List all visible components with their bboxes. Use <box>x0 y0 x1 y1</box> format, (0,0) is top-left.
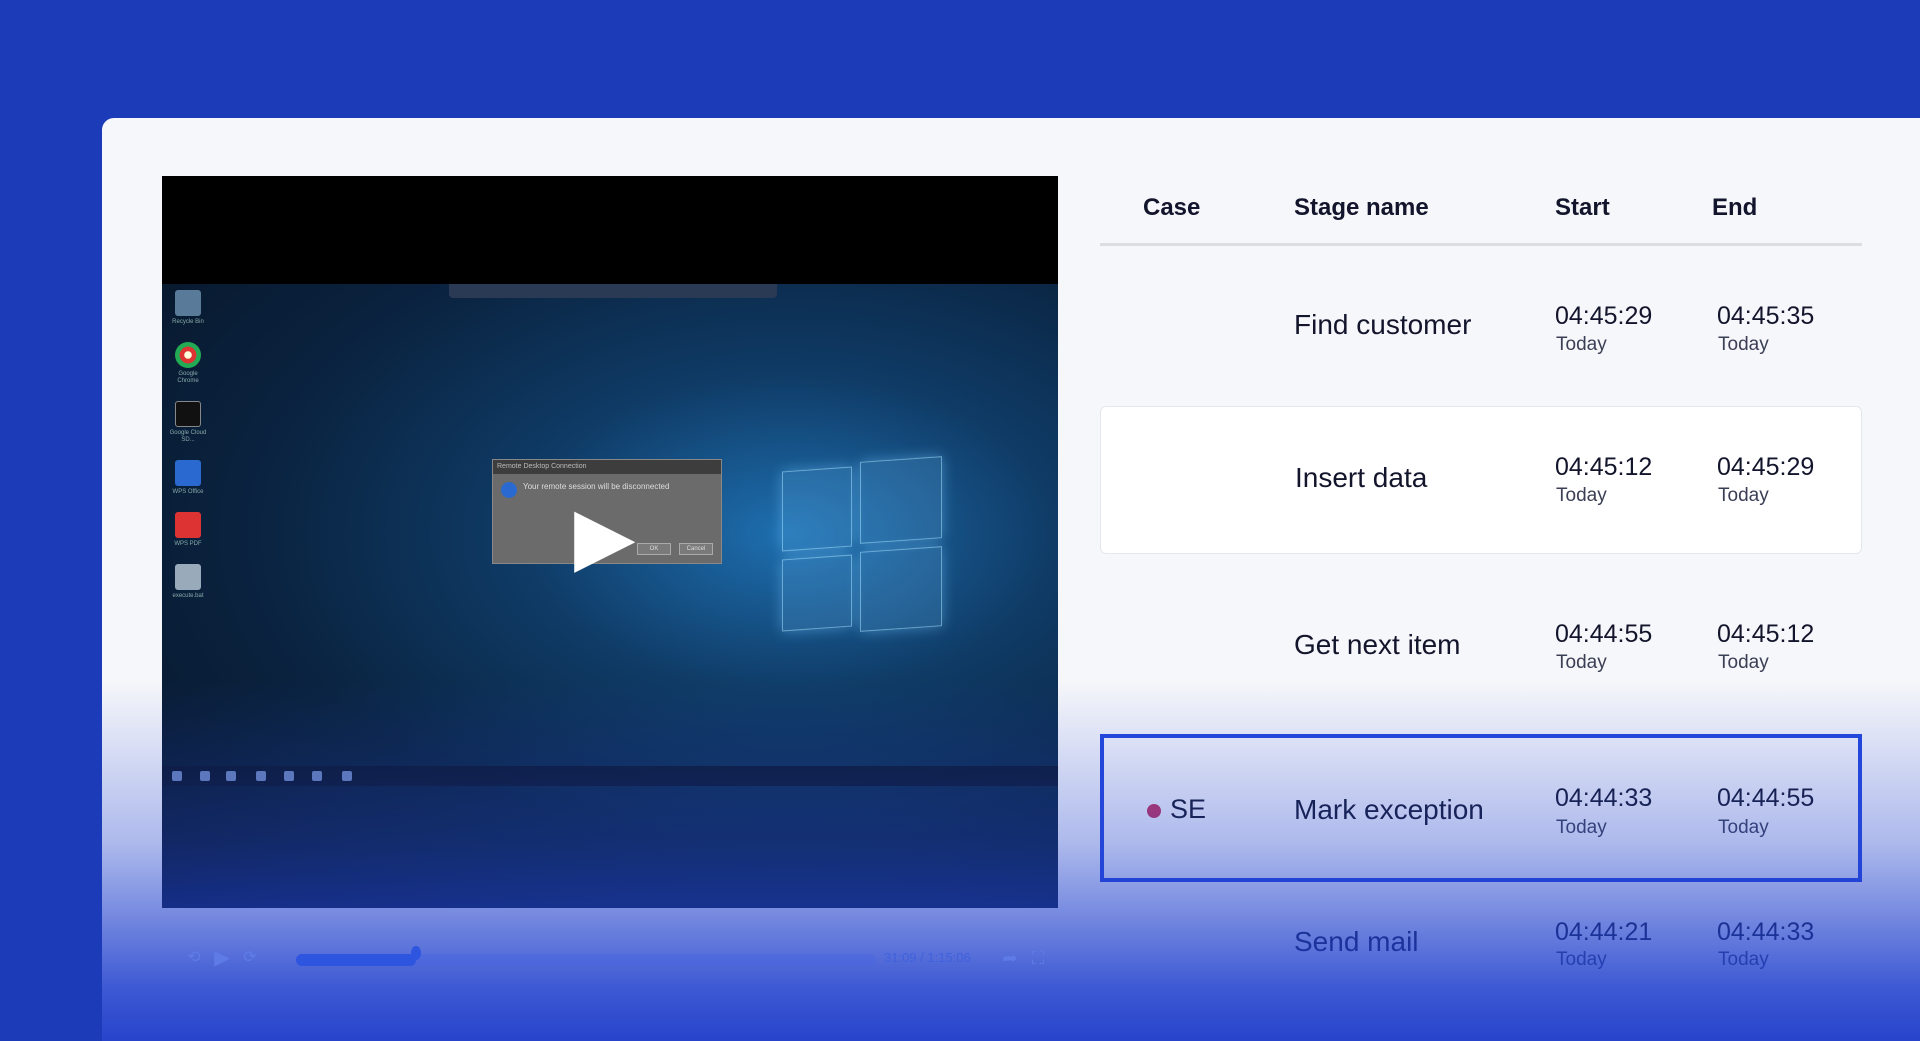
play-icon[interactable]: ▶ <box>210 946 234 970</box>
fullscreen-icon[interactable]: ⛶ <box>1026 946 1050 970</box>
end-day: Today <box>1718 949 1769 970</box>
stage-name: Mark exception <box>1294 794 1484 825</box>
start-day: Today <box>1556 485 1607 506</box>
stage-name: Get next item <box>1294 629 1461 660</box>
end-time: 04:44:55 <box>1717 784 1815 812</box>
content-card: Recycle Bin Google Chrome Google Cloud S… <box>102 118 1920 1041</box>
start-time: 04:44:33 <box>1555 784 1653 812</box>
start-time: 04:45:29 <box>1555 302 1653 330</box>
stage-name: Send mail <box>1294 926 1419 957</box>
column-header-start[interactable]: Start <box>1555 194 1610 222</box>
forward-icon[interactable]: ⟳ <box>238 946 262 970</box>
dialog-cancel-button: Cancel <box>679 543 713 555</box>
stages-table: Case Stage name Start End Find customer … <box>1100 174 1862 1002</box>
video-letterbox <box>162 176 1058 284</box>
table-row[interactable]: Send mail 04:44:21 Today 04:44:33 Today <box>1100 882 1862 1002</box>
remote-desktop-bar <box>449 284 777 298</box>
end-day: Today <box>1718 485 1769 506</box>
table-row[interactable]: Find customer 04:45:29 Today 04:45:35 To… <box>1100 246 1862 406</box>
end-time: 04:45:35 <box>1717 302 1815 330</box>
desktop-icon: Google Chrome <box>168 342 208 385</box>
table-row[interactable]: Get next item 04:44:55 Today 04:45:12 To… <box>1100 554 1862 734</box>
table-header: Case Stage name Start End <box>1100 174 1862 246</box>
table-row[interactable]: Insert data 04:45:12 Today 04:45:29 Toda… <box>1100 406 1862 554</box>
windows-logo <box>752 449 952 639</box>
desktop-icon: execute.bat <box>168 564 208 600</box>
start-time: 04:44:55 <box>1555 620 1653 648</box>
info-icon <box>501 482 517 498</box>
start-day: Today <box>1556 652 1607 673</box>
stage-name: Insert data <box>1295 462 1428 493</box>
start-day: Today <box>1556 817 1607 838</box>
progress-fill <box>296 954 417 966</box>
end-time: 04:44:33 <box>1717 918 1815 946</box>
desktop-icon: Recycle Bin <box>168 290 208 326</box>
end-day: Today <box>1718 817 1769 838</box>
dialog-message: Your remote session will be disconnected <box>523 482 670 491</box>
end-day: Today <box>1718 334 1769 355</box>
player-controls: ⟲ ▶ ⟳ 31:09 / 1:15:06 ➦ ⛶ <box>162 928 1058 988</box>
start-time: 04:44:21 <box>1555 918 1653 946</box>
start-time: 04:45:12 <box>1555 453 1653 481</box>
end-day: Today <box>1718 652 1769 673</box>
case-label: SE <box>1170 794 1207 824</box>
video-player[interactable]: Recycle Bin Google Chrome Google Cloud S… <box>162 176 1058 908</box>
start-day: Today <box>1556 334 1607 355</box>
table-row-selected[interactable]: SE Mark exception 04:44:33 Today 04:44:5… <box>1100 734 1862 882</box>
end-time: 04:45:29 <box>1717 453 1815 481</box>
desktop-icon: Google Cloud SD... <box>168 401 208 444</box>
desktop-icons: Recycle Bin Google Chrome Google Cloud S… <box>168 290 208 616</box>
rewind-icon[interactable]: ⟲ <box>182 946 206 970</box>
windows-taskbar <box>162 766 1058 786</box>
desktop-icon: WPS Office <box>168 460 208 496</box>
video-frame-desktop: Recycle Bin Google Chrome Google Cloud S… <box>162 284 1058 908</box>
play-overlay-icon[interactable]: ▶ <box>574 496 654 576</box>
time-readout: 31:09 / 1:15:06 <box>884 950 971 965</box>
progress-bar[interactable] <box>296 954 876 966</box>
stage-name: Find customer <box>1294 309 1472 340</box>
desktop-icon: WPS PDF <box>168 512 208 548</box>
exception-status-dot <box>1147 804 1161 818</box>
column-header-end[interactable]: End <box>1712 194 1757 222</box>
end-time: 04:45:12 <box>1717 620 1815 648</box>
start-day: Today <box>1556 949 1607 970</box>
column-header-case[interactable]: Case <box>1143 194 1200 222</box>
column-header-stage[interactable]: Stage name <box>1294 194 1429 222</box>
dialog-title: Remote Desktop Connection <box>493 460 721 474</box>
share-icon[interactable]: ➦ <box>998 946 1022 970</box>
